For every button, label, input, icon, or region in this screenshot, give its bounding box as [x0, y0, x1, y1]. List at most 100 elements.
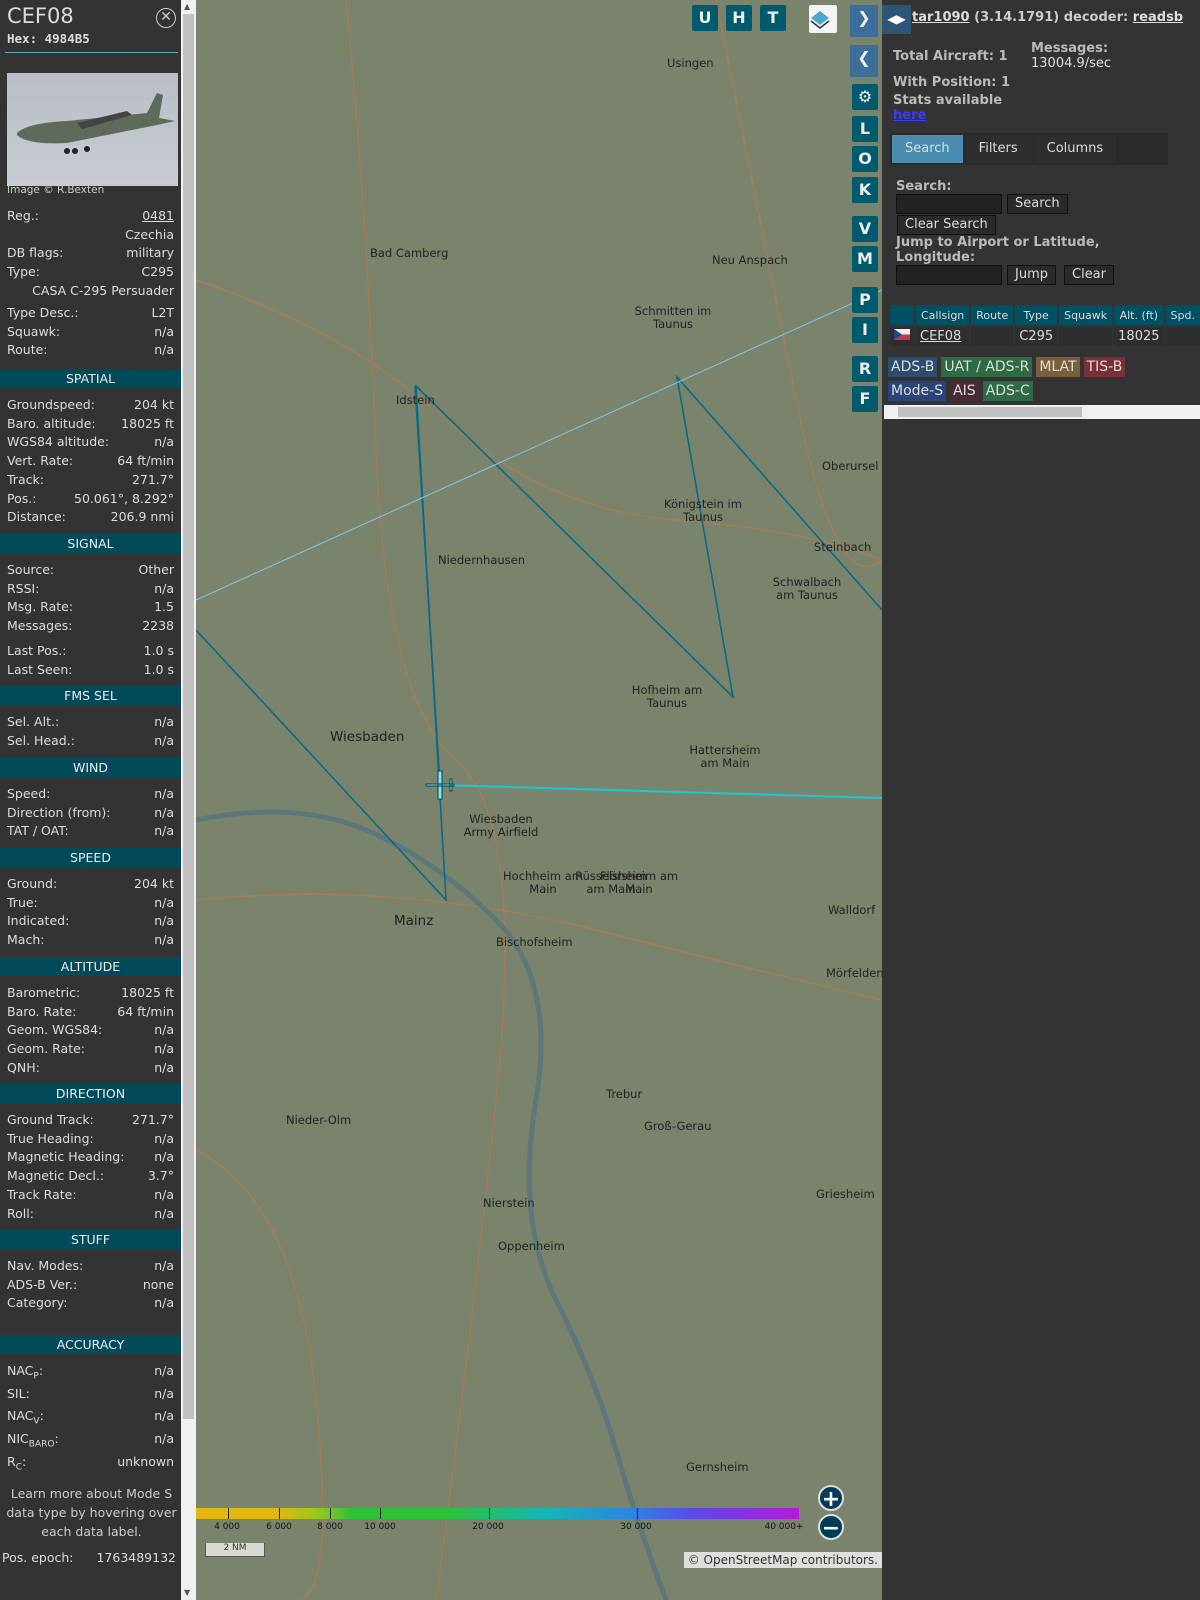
info-value[interactable]: 0481 — [142, 208, 174, 224]
zoom-in-button[interactable]: + — [818, 1485, 844, 1512]
info-row: Sel. Head.: n/a — [7, 733, 174, 749]
tab-columns[interactable]: Columns — [1033, 135, 1117, 163]
stats-link[interactable]: here — [893, 108, 926, 123]
map-town-label: Usingen — [667, 56, 714, 70]
column-header[interactable]: Type — [1015, 305, 1058, 325]
info-row: Reg.: 0481 — [7, 208, 174, 224]
info-label: Distance: — [7, 509, 66, 525]
jump-input[interactable] — [896, 265, 1002, 285]
scroll-up-icon[interactable]: ▲ — [184, 2, 190, 11]
tar1090-link[interactable]: tar1090 — [912, 10, 970, 25]
map-button-r[interactable]: R — [852, 356, 878, 382]
map-town-label: Trebur — [606, 1087, 643, 1101]
map-button-k[interactable]: K — [852, 177, 878, 203]
altitude-legend — [196, 1508, 799, 1519]
collapse-left-icon[interactable]: ❮ — [850, 45, 878, 77]
decoder-link[interactable]: readsb — [1133, 10, 1183, 25]
column-header[interactable] — [890, 305, 914, 325]
clear-jump-button[interactable]: Clear — [1064, 265, 1114, 285]
search-button[interactable]: Search — [1007, 194, 1068, 214]
expand-right-icon[interactable]: ❯ — [850, 5, 878, 37]
source-badge: TIS-B — [1083, 357, 1126, 377]
table-horizontal-scrollbar[interactable] — [884, 405, 1200, 419]
info-value: n/a — [154, 1059, 174, 1075]
map-attribution[interactable]: © OpenStreetMap contributors. — [683, 1552, 882, 1568]
info-row: Baro. Rate: 64 ft/min — [7, 1004, 174, 1020]
info-row: Track: 271.7° — [7, 472, 174, 488]
aircraft-table: Callsign Route Type Squawk Alt. (ft) Spd. CEF… — [888, 303, 1200, 348]
map-button-u[interactable]: U — [692, 5, 718, 31]
map-button-i[interactable]: I — [852, 317, 878, 343]
info-value: 1.0 s — [143, 642, 174, 658]
map-button-m[interactable]: M — [852, 246, 878, 272]
info-value: n/a — [154, 913, 174, 929]
info-value: n/a — [154, 1385, 174, 1401]
info-row: RSSI: n/a — [7, 581, 174, 597]
info-label: Geom. WGS84: — [7, 1022, 103, 1038]
table-row[interactable]: CEF08 C295 18025 — [890, 327, 1200, 346]
info-value: n/a — [154, 324, 174, 339]
map-town-label: Neu Anspach — [712, 253, 788, 267]
map-town-label: Griesheim — [816, 1187, 875, 1201]
info-label: TAT / OAT: — [7, 823, 69, 839]
info-label: Vert. Rate: — [7, 453, 74, 469]
info-row: Distance: 206.9 nmi — [7, 509, 174, 525]
clear-search-button[interactable]: Clear Search — [897, 215, 996, 235]
info-label: WGS84 altitude: — [7, 434, 110, 450]
info-value: n/a — [154, 1130, 174, 1146]
section-header-wind: WIND — [0, 758, 181, 777]
column-header[interactable]: Squawk — [1059, 305, 1113, 325]
close-icon[interactable]: ✕ — [156, 8, 176, 28]
info-panel-scrollbar[interactable]: ▲ ▼ — [181, 0, 196, 1600]
info-row-pos-epoch: Pos. epoch: 1763489132 — [2, 1550, 176, 1566]
info-row: QNH: n/a — [7, 1060, 174, 1076]
column-header[interactable]: Spd. — [1165, 305, 1200, 325]
zoom-out-button[interactable]: − — [818, 1514, 844, 1541]
map-button-t[interactable]: T — [760, 5, 786, 31]
jump-label: Jump to Airport or Latitude, Longitude: — [896, 235, 1100, 265]
info-label: Squawk: — [7, 324, 61, 339]
selected-hex: Hex: 4984B5 — [7, 31, 90, 46]
info-value: 271.7° — [131, 471, 174, 487]
scrollbar-thumb[interactable] — [183, 14, 194, 1419]
jump-button[interactable]: Jump — [1007, 265, 1056, 285]
legend-tick — [279, 1508, 280, 1519]
search-input[interactable] — [896, 194, 1002, 214]
info-row: Msg. Rate: 1.5 — [7, 599, 174, 615]
layers-icon[interactable] — [809, 5, 837, 33]
info-value: 1.5 — [154, 599, 174, 615]
legend-tick — [330, 1508, 331, 1519]
aircraft-photo[interactable] — [7, 73, 178, 186]
column-header[interactable]: Route — [971, 305, 1014, 325]
info-label: True Heading: — [7, 1130, 94, 1146]
scrollbar-thumb[interactable] — [898, 407, 1082, 417]
map-button-l[interactable]: L — [852, 116, 878, 142]
info-row: Source: Other — [7, 562, 174, 578]
tab-filters[interactable]: Filters — [965, 135, 1031, 163]
column-header[interactable]: Callsign — [916, 305, 970, 325]
map-button-h[interactable]: H — [726, 5, 752, 31]
source-badge: Mode-S — [888, 381, 947, 401]
info-row: Roll: n/a — [7, 1206, 174, 1222]
toggle-sidebar-arrows-icon[interactable]: ◀▶ — [882, 5, 911, 34]
tab-search[interactable]: Search — [892, 135, 963, 163]
info-value: 206.9 nmi — [110, 509, 174, 525]
info-value: 1763489132 — [96, 1550, 176, 1565]
section-header-altitude: ALTITUDE — [0, 957, 181, 976]
map[interactable]: Usingen Bad Camberg Neu Anspach Schmitten i… — [196, 0, 882, 1600]
gear-icon[interactable]: ⚙ — [852, 84, 878, 110]
map-button-v[interactable]: V — [852, 216, 878, 242]
info-label: Nav. Modes: — [7, 1258, 84, 1273]
map-button-o[interactable]: O — [852, 146, 878, 172]
info-value: 18025 ft — [121, 985, 174, 1000]
table-header-row: Callsign Route Type Squawk Alt. (ft) Spd. — [890, 305, 1200, 325]
cell-callsign[interactable]: CEF08 — [916, 327, 970, 346]
info-value: 18025 ft — [121, 415, 174, 431]
info-value: n/a — [154, 1041, 174, 1057]
map-button-p[interactable]: P — [852, 287, 878, 313]
map-button-f[interactable]: F — [852, 386, 878, 412]
column-header[interactable]: Alt. (ft) — [1114, 305, 1164, 325]
info-label: NACP: — [7, 1363, 44, 1382]
app-title: tar1090 (3.14.1791) decoder: readsb — [912, 10, 1183, 25]
scroll-down-icon[interactable]: ▼ — [184, 1588, 190, 1597]
